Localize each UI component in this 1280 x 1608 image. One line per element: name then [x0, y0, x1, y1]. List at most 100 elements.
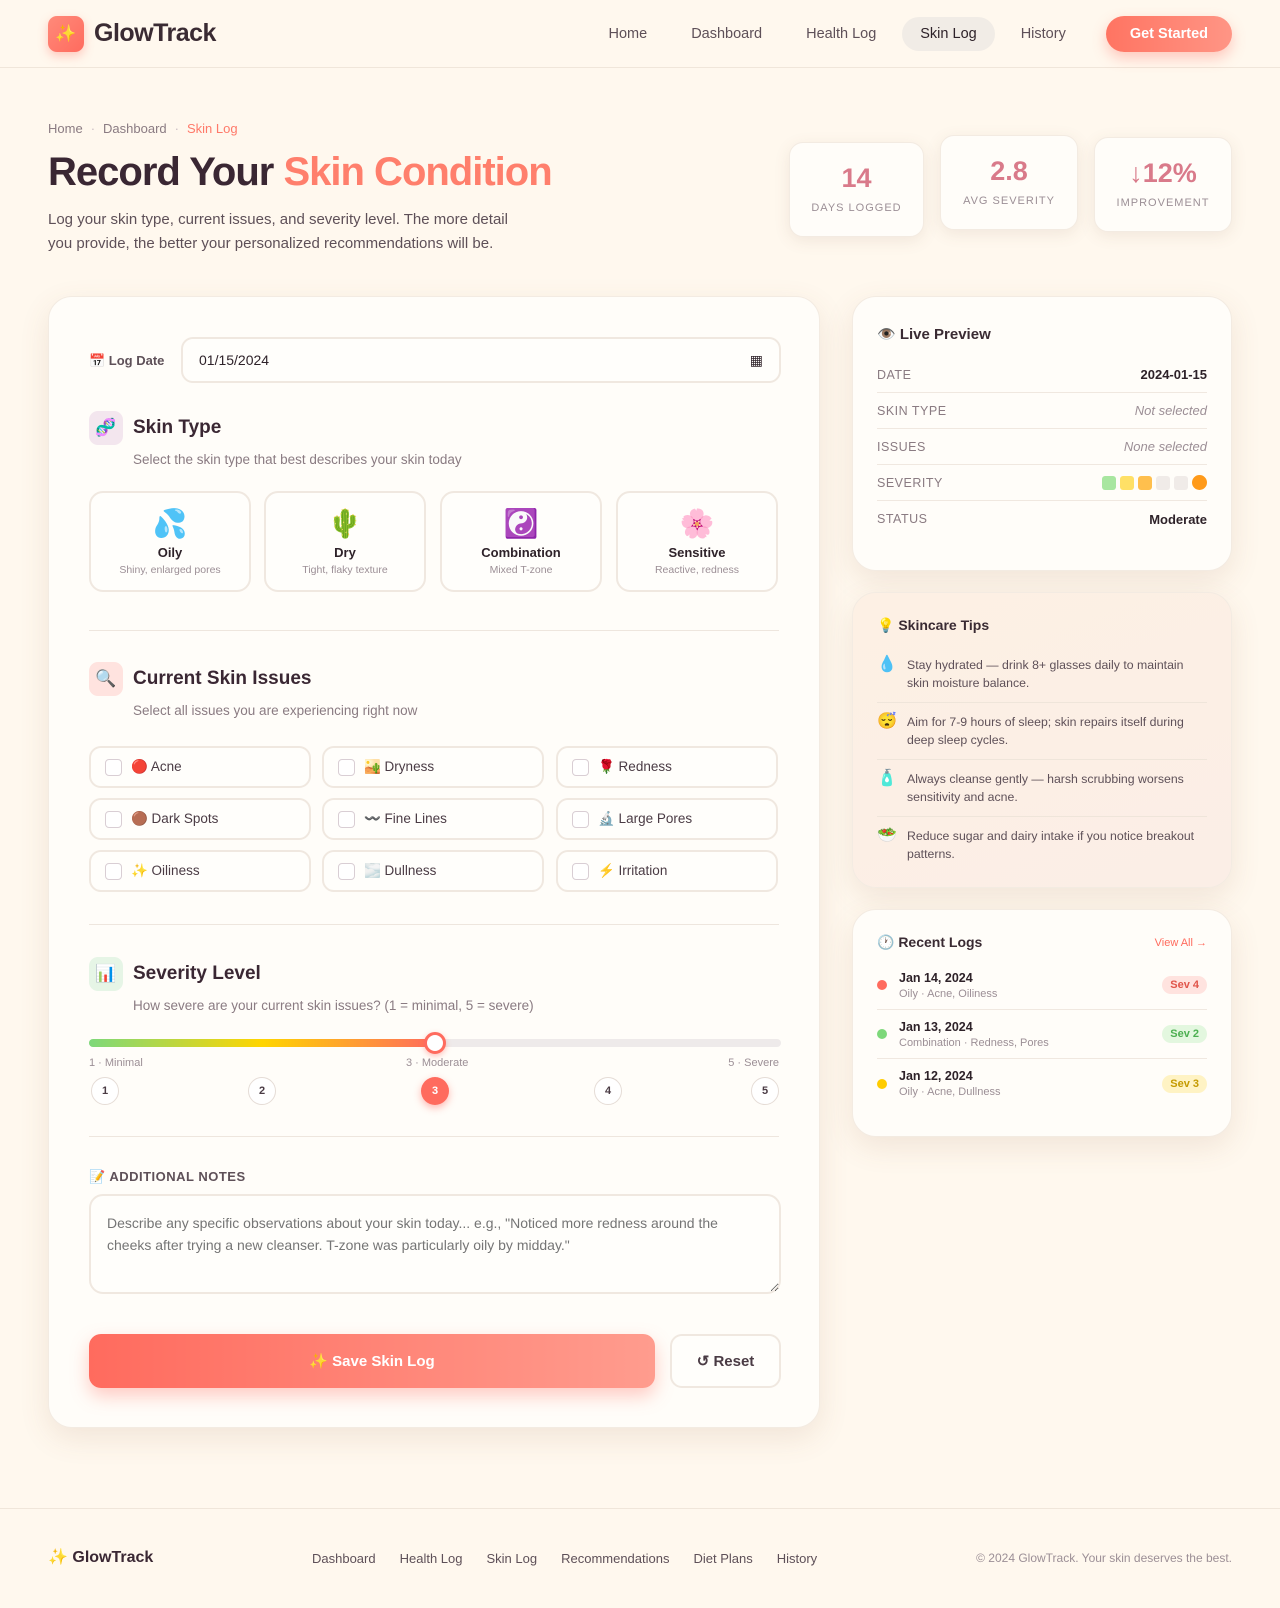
skin-type-desc: Shiny, enlarged pores: [119, 564, 221, 576]
issue-fine-lines[interactable]: 〰️ Fine Lines: [322, 798, 544, 840]
severity-level-1[interactable]: 1: [91, 1077, 119, 1105]
nav-link-dashboard[interactable]: Dashboard: [673, 17, 780, 51]
footer-link-diet-plans[interactable]: Diet Plans: [693, 1551, 752, 1566]
skin-type-name: Dry: [334, 545, 356, 560]
blossom-icon: 🌸: [679, 508, 715, 539]
preview-key: DATE: [877, 367, 912, 382]
skin-log-form-card: 📅 Log Date 01/15/2024 ▦ 🧬 Skin Type Sele…: [48, 296, 820, 1428]
notes-textarea[interactable]: [89, 1194, 781, 1294]
save-skin-log-button[interactable]: ✨ Save Skin Log: [89, 1334, 655, 1388]
notes-label: 📝 ADDITIONAL NOTES: [89, 1169, 246, 1184]
issue-label: 🌹 Redness: [598, 759, 672, 774]
preview-value: 2024-01-15: [1140, 367, 1208, 382]
skin-type-desc: Reactive, redness: [654, 564, 740, 576]
tip-text: Always cleanse gently — harsh scrubbing …: [907, 772, 1184, 804]
issue-oiliness[interactable]: ✨ Oiliness: [89, 850, 311, 892]
live-preview-title: 👁️ Live Preview: [877, 326, 991, 343]
nav-link-history[interactable]: History: [1003, 17, 1084, 51]
dna-icon: 🧬: [89, 411, 123, 445]
skin-type-dry[interactable]: 🌵 Dry Tight, flaky texture: [264, 491, 426, 592]
checkbox[interactable]: [338, 810, 355, 828]
skin-type-combination[interactable]: ☯️ Combination Mixed T-zone: [440, 491, 602, 592]
nav-link-health-log[interactable]: Health Log: [788, 17, 894, 51]
checkbox[interactable]: [105, 810, 122, 828]
tip-item: 💧 Stay hydrated — drink 8+ glasses daily …: [877, 646, 1207, 703]
yin-yang-icon: ☯️: [503, 508, 539, 539]
divider: [89, 1136, 779, 1137]
issue-dark-spots[interactable]: 🟤 Dark Spots: [89, 798, 311, 840]
footer-link-dashboard[interactable]: Dashboard: [312, 1551, 376, 1566]
footer-brand[interactable]: ✨ GlowTrack: [48, 1547, 153, 1567]
log-date: Jan 14, 2024: [899, 970, 973, 985]
recent-logs-card: 🕐 Recent Logs View All → Jan 14, 2024 Oil…: [852, 909, 1232, 1137]
tip-item: 🥗 Reduce sugar and dairy intake if you no…: [877, 817, 1207, 873]
checkbox[interactable]: [572, 862, 589, 880]
severity-level-4[interactable]: 4: [594, 1077, 622, 1105]
severity-slider-thumb[interactable]: [424, 1032, 446, 1054]
issue-irritation[interactable]: ⚡ Irritation: [556, 850, 778, 892]
severity-level-2[interactable]: 2: [248, 1077, 276, 1105]
footer-link-recommendations[interactable]: Recommendations: [561, 1551, 669, 1566]
footer-copyright: © 2024 GlowTrack. Your skin deserves the…: [976, 1551, 1232, 1565]
footer-link-health-log[interactable]: Health Log: [400, 1551, 463, 1566]
sleeping-face-icon: 😴: [877, 713, 897, 730]
preview-key: SEVERITY: [877, 475, 943, 490]
skincare-tips-title: 💡 Skincare Tips: [877, 617, 990, 633]
checkbox[interactable]: [572, 758, 589, 776]
skin-type-sensitive[interactable]: 🌸 Sensitive Reactive, redness: [616, 491, 778, 592]
recent-logs-header: 🕐 Recent Logs View All →: [877, 934, 1207, 951]
issue-large-pores[interactable]: 🔬 Large Pores: [556, 798, 778, 840]
tip-item: 🧴 Always cleanse gently — harsh scrubbing…: [877, 760, 1207, 817]
skin-type-oily[interactable]: 💦 Oily Shiny, enlarged pores: [89, 491, 251, 592]
recent-log-item[interactable]: Jan 12, 2024 Oily · Acne, Dullness Sev 3: [877, 1059, 1207, 1108]
severity-level-buttons: 1 2 3 4 5: [89, 1077, 781, 1107]
severity-badge: Sev 4: [1162, 976, 1207, 994]
calendar-icon[interactable]: ▦: [750, 352, 763, 369]
nav-link-home[interactable]: Home: [591, 17, 666, 51]
salad-icon: 🥗: [877, 827, 897, 844]
get-started-button[interactable]: Get Started: [1105, 15, 1232, 52]
breadcrumb-dashboard[interactable]: Dashboard: [103, 121, 167, 136]
brand[interactable]: ✨ GlowTrack: [48, 15, 216, 52]
checkbox[interactable]: [572, 810, 589, 828]
view-all-link[interactable]: View All →: [1155, 937, 1207, 949]
footer-link-history[interactable]: History: [777, 1551, 817, 1566]
nav-link-skin-log[interactable]: Skin Log: [902, 16, 995, 51]
log-date: Jan 12, 2024: [899, 1069, 973, 1083]
severity-level-5[interactable]: 5: [751, 1077, 779, 1105]
stat-value: 14: [841, 163, 872, 193]
severity-slider[interactable]: [89, 1032, 781, 1054]
severity-title: Severity Level: [133, 963, 261, 984]
log-date-input[interactable]: 01/15/2024 ▦: [181, 337, 781, 383]
checkbox[interactable]: [338, 758, 355, 776]
log-date: Jan 13, 2024: [899, 1019, 973, 1034]
severity-indicator: [1102, 475, 1207, 490]
severity-level-3[interactable]: 3: [421, 1077, 449, 1105]
skin-type-name: Sensitive: [668, 545, 726, 560]
issue-redness[interactable]: 🌹 Redness: [556, 746, 778, 788]
checkbox[interactable]: [338, 862, 355, 880]
checkbox[interactable]: [105, 758, 122, 776]
issue-acne[interactable]: 🔴 Acne: [89, 746, 311, 788]
sparkle-logo-icon: ✨: [48, 15, 84, 52]
issues-subtitle: Select all issues you are experiencing r…: [133, 703, 418, 718]
severity-dot: [1192, 475, 1207, 490]
recent-log-item[interactable]: Jan 13, 2024 Combination · Redness, Pores…: [877, 1010, 1207, 1059]
preview-row-skin-type: SKIN TYPE Not selected: [877, 393, 1207, 429]
nav-links: Home Dashboard Health Log Skin Log Histo…: [591, 15, 1232, 52]
issue-dryness[interactable]: 🏜️ Dryness: [322, 746, 544, 788]
skincare-tips-card: 💡 Skincare Tips 💧 Stay hydrated — drink 8…: [852, 592, 1232, 888]
breadcrumb-home[interactable]: Home: [48, 121, 83, 136]
issue-dullness[interactable]: 🌫️ Dullness: [322, 850, 544, 892]
stat-label: IMPROVEMENT: [1116, 197, 1210, 209]
skin-type-subtitle: Select the skin type that best describes…: [133, 452, 462, 467]
checkbox[interactable]: [105, 862, 122, 880]
top-nav: ✨ GlowTrack Home Dashboard Health Log Sk…: [0, 0, 1280, 68]
recent-log-item[interactable]: Jan 14, 2024 Oily · Acne, Oiliness Sev 4: [877, 961, 1207, 1010]
divider: [89, 630, 779, 631]
footer-link-skin-log[interactable]: Skin Log: [487, 1551, 538, 1566]
title-part: Record Your: [48, 150, 284, 194]
preview-value: Not selected: [1134, 403, 1207, 418]
severity-mid-label: 3 · Moderate: [406, 1057, 469, 1069]
reset-button[interactable]: ↺ Reset: [670, 1334, 781, 1388]
